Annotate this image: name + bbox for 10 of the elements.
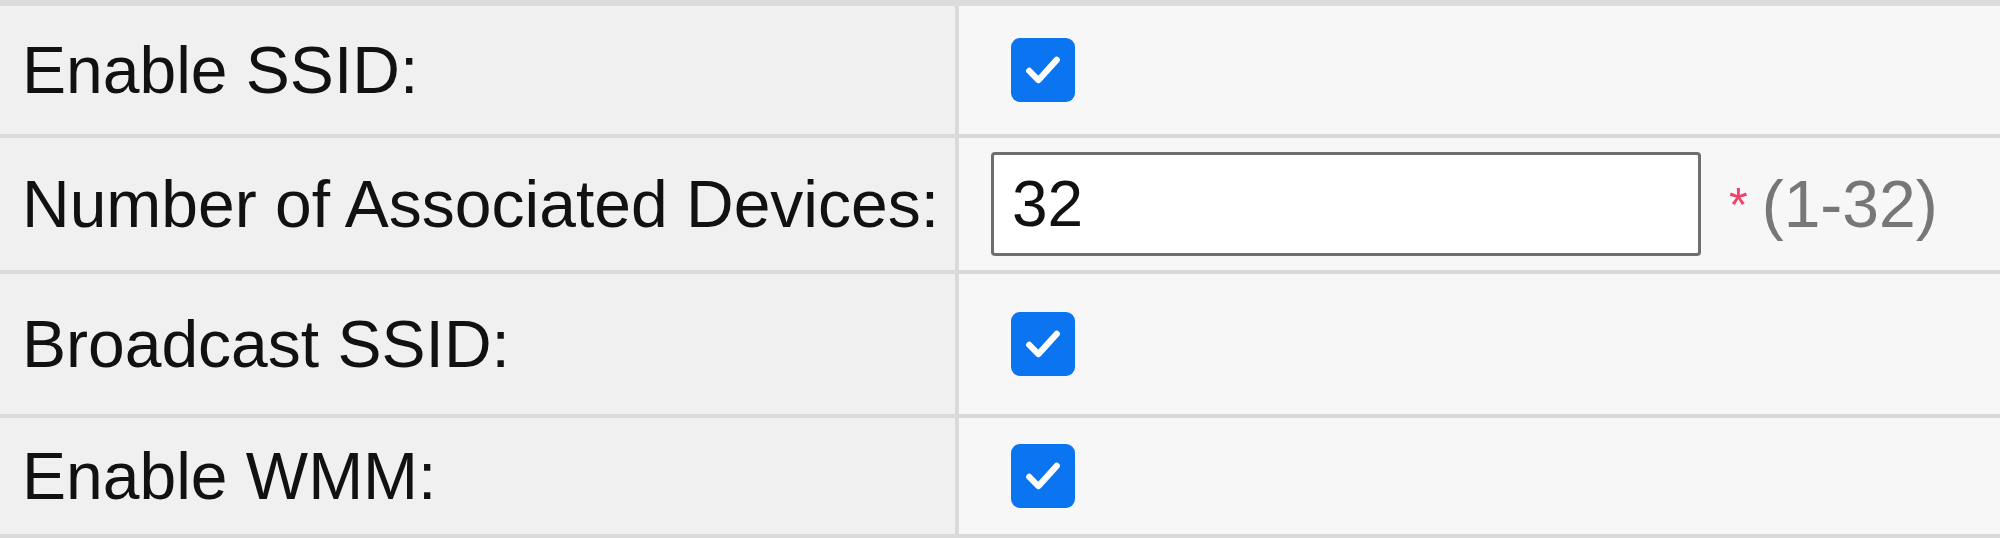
field-label: Enable SSID: — [22, 32, 419, 108]
checkbox[interactable] — [1011, 38, 1075, 102]
field-label: Broadcast SSID: — [22, 306, 510, 382]
checkbox[interactable] — [1011, 444, 1075, 508]
checkbox[interactable] — [1011, 312, 1075, 376]
field-label: Enable WMM: — [22, 438, 437, 514]
input-field[interactable]: 32 — [991, 152, 1701, 256]
field-label: Number of Associated Devices: — [22, 166, 940, 242]
required-mark: * — [1729, 176, 1748, 232]
range-hint: (1-32) — [1761, 166, 1938, 242]
